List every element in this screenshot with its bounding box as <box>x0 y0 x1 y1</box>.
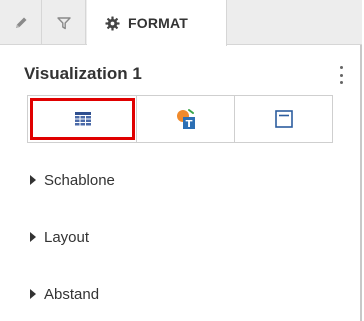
window-properties-button[interactable] <box>234 96 332 142</box>
tab-pencil[interactable] <box>0 0 42 45</box>
format-text-button[interactable]: T <box>136 96 234 142</box>
section-label: Abstand <box>44 285 100 303</box>
tab-format[interactable]: FORMAT <box>87 0 227 46</box>
format-text-icon: T <box>176 109 195 130</box>
caret-right-icon <box>30 175 36 185</box>
tab-filter[interactable] <box>43 0 86 45</box>
section-schablone[interactable]: Schablone <box>30 168 115 192</box>
svg-text:T: T <box>185 119 192 130</box>
table-grid-icon <box>74 112 91 126</box>
format-panel: FORMAT Visualization 1 T Schablone Layou… <box>0 0 362 321</box>
caret-right-icon <box>30 232 36 242</box>
visualization-title: Visualization 1 <box>24 64 142 83</box>
visualization-type-toolbar: T <box>27 95 333 143</box>
section-label: Schablone <box>44 171 115 189</box>
section-label: Layout <box>44 228 90 246</box>
section-abstand[interactable]: Abstand <box>30 282 99 306</box>
section-layout[interactable]: Layout <box>30 225 89 249</box>
table-view-button[interactable] <box>30 98 135 140</box>
window-properties-icon <box>274 110 293 128</box>
caret-right-icon <box>30 289 36 299</box>
vertical-ellipsis-icon[interactable] <box>337 66 345 84</box>
tab-bar: FORMAT <box>0 0 362 46</box>
pencil-icon <box>15 17 26 28</box>
gear-icon <box>105 15 120 31</box>
tab-format-label: FORMAT <box>128 15 189 31</box>
filter-icon <box>57 16 71 29</box>
